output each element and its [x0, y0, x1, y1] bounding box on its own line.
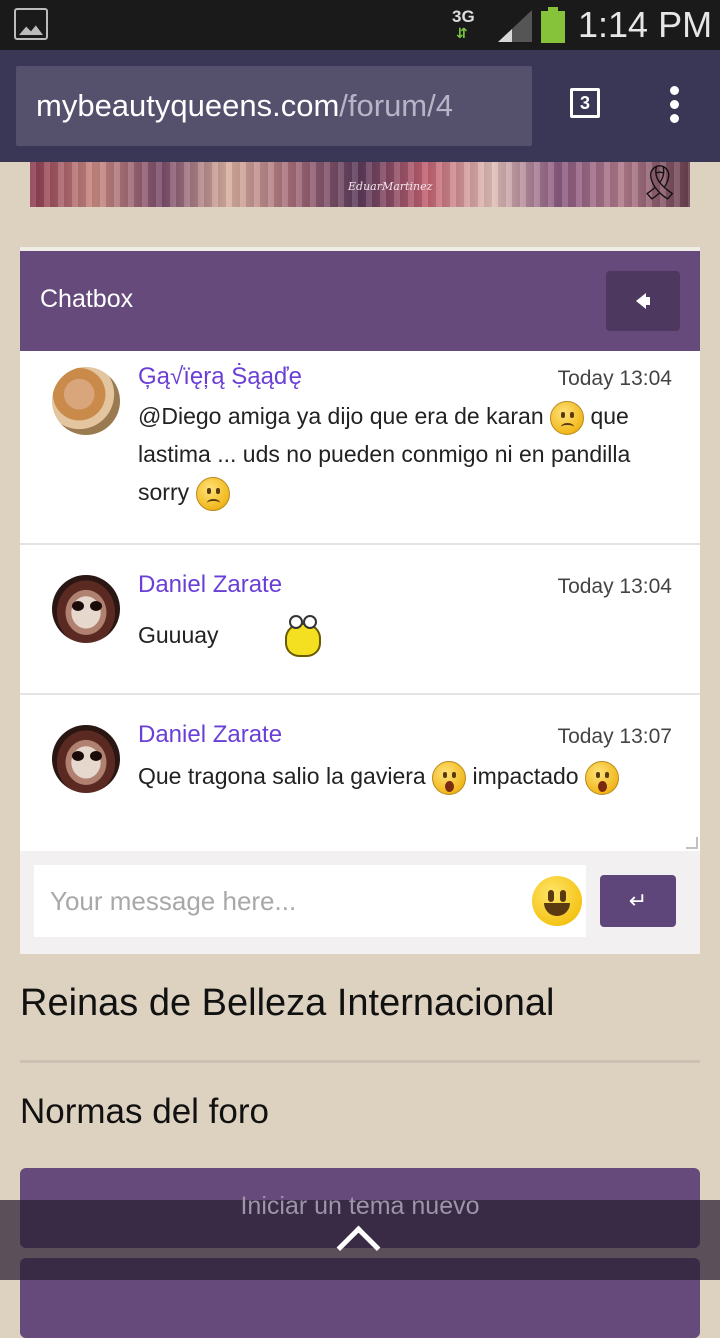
chatbox: Chatbox Ģą√ïęŗą Ṩąąďę Today 13:04 @Diego… [20, 247, 700, 954]
message-author[interactable]: Daniel Zarate [138, 571, 282, 599]
message-text: Guuuay [138, 613, 678, 661]
message-time: Today 13:04 [557, 575, 672, 598]
sad-emoji-icon [195, 476, 230, 511]
message-input[interactable] [34, 865, 586, 937]
message-author[interactable]: Daniel Zarate [138, 721, 282, 749]
message-text-part: impactado [472, 763, 579, 789]
chat-message: Daniel Zarate Today 13:07 Que tragona sa… [20, 695, 700, 851]
avatar[interactable] [52, 367, 120, 435]
forum-rules-link[interactable]: Normas del foro [20, 1092, 269, 1132]
network-label: 3G [452, 7, 475, 26]
avatar[interactable] [52, 725, 120, 793]
message-text-part: @Diego amiga ya dijo que era de karan [138, 403, 544, 429]
chatbox-title: Chatbox [40, 285, 134, 313]
url-domain: mybeautyqueens.com [36, 88, 340, 123]
message-time: Today 13:04 [557, 367, 672, 390]
signal-strength-icon [498, 10, 532, 42]
url-bar[interactable]: mybeautyqueens.com/forum/4 [16, 66, 532, 146]
url-path: /forum/4 [339, 88, 453, 123]
message-text-part: Guuuay [138, 622, 219, 649]
mourning-ribbon-icon: 🎗 [638, 164, 682, 202]
forum-banner-image: EduarMartinez 🎗 [30, 162, 690, 207]
sad-emoji-icon [550, 400, 585, 435]
speaker-icon [636, 293, 650, 309]
overflow-menu-icon[interactable] [660, 86, 688, 126]
animated-bird-emoji-icon [281, 613, 325, 661]
resize-handle[interactable] [686, 837, 698, 849]
chatbox-header: Chatbox [20, 251, 700, 351]
battery-icon [541, 7, 565, 43]
message-text: Que tragona salio la gaviera impactado [138, 757, 678, 795]
chat-messages[interactable]: Ģą√ïęŗą Ṩąąďę Today 13:04 @Diego amiga y… [20, 351, 700, 851]
surprised-emoji-icon [584, 760, 619, 795]
tab-switcher-button[interactable]: 3 [570, 88, 600, 118]
browser-toolbar: mybeautyqueens.com/forum/4 3 [0, 50, 720, 162]
send-button[interactable]: ↵ [600, 875, 676, 927]
forum-title-link[interactable]: Reinas de Belleza Internacional [20, 982, 554, 1025]
data-arrows-icon: ⇵ [456, 25, 468, 41]
message-time: Today 13:07 [557, 725, 672, 748]
status-clock: 1:14 PM [578, 4, 713, 45]
divider [20, 1060, 700, 1063]
message-author[interactable]: Ģą√ïęŗą Ṩąąďę [138, 363, 302, 391]
status-bar: 3G ⇵ 1:14 PM [0, 0, 720, 50]
network-indicator: 3G ⇵ [452, 7, 475, 41]
chat-input-area: ↵ [20, 851, 700, 954]
emoji-picker-icon[interactable] [532, 876, 582, 926]
new-topic-label: Iniciar un tema nuevo [240, 1192, 480, 1220]
message-text-part: Que tragona salio la gaviera [138, 763, 426, 789]
message-text: @Diego amiga ya dijo que era de karan qu… [138, 397, 678, 511]
surprised-emoji-icon [432, 760, 467, 795]
chat-message: Ģą√ïęŗą Ṩąąďę Today 13:04 @Diego amiga y… [20, 351, 700, 545]
image-notification-icon [14, 8, 48, 40]
avatar[interactable] [52, 575, 120, 643]
url-text: mybeautyqueens.com/forum/4 [36, 88, 453, 124]
banner-signature: EduarMartinez [348, 180, 433, 193]
sound-toggle-button[interactable] [606, 271, 680, 331]
chat-message: Daniel Zarate Today 13:04 Guuuay [20, 545, 700, 695]
